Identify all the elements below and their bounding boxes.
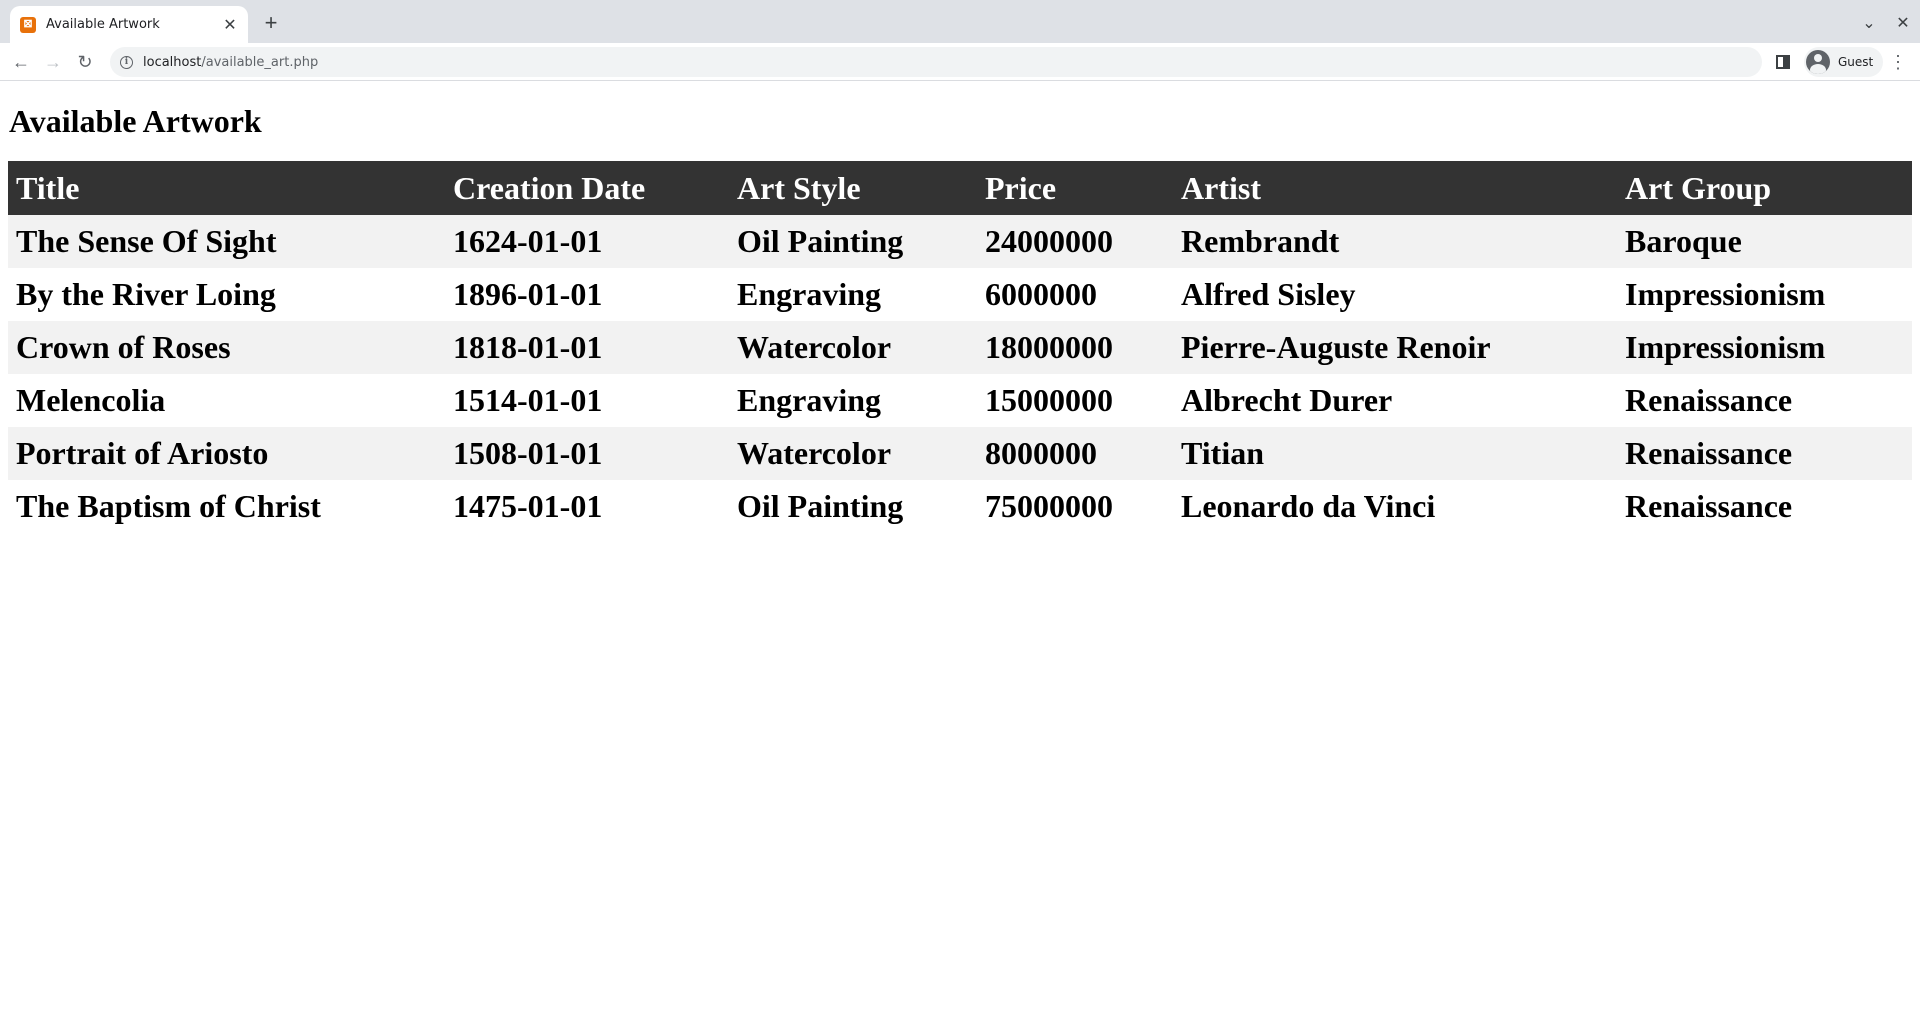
cell-art-style: Oil Painting	[737, 488, 904, 524]
address-bar[interactable]: i localhost/available_art.php	[110, 47, 1762, 77]
browser-toolbar: ← → ↻ i localhost/available_art.php Gues…	[0, 43, 1920, 81]
cell-creation-date: 1475-01-01	[453, 488, 603, 524]
table-row: The Sense Of Sight 1624-01-01 Oil Painti…	[8, 215, 1912, 268]
close-tab-icon[interactable]: ✕	[222, 15, 238, 35]
cell-art-group: Impressionism	[1625, 329, 1826, 365]
cell-price: 24000000	[985, 223, 1113, 259]
cell-creation-date: 1514-01-01	[453, 382, 603, 418]
cell-title: The Baptism of Christ	[16, 488, 321, 524]
cell-art-group: Impressionism	[1625, 276, 1826, 312]
cell-art-group: Renaissance	[1625, 435, 1793, 471]
window-close-icon[interactable]: ✕	[1886, 13, 1920, 33]
cell-art-style: Engraving	[737, 276, 882, 312]
cell-creation-date: 1818-01-01	[453, 329, 603, 365]
url-path: /available_art.php	[201, 54, 319, 70]
profile-button[interactable]: Guest	[1804, 47, 1884, 77]
cell-title: By the River Loing	[16, 276, 276, 312]
cell-title: Crown of Roses	[16, 329, 231, 365]
reload-icon[interactable]: ↻	[71, 48, 99, 76]
table-header-row: Title Creation Date Art Style Price Arti…	[8, 161, 1912, 215]
cell-price: 8000000	[985, 435, 1097, 471]
column-header-art-style: Art Style	[737, 169, 861, 206]
xampp-favicon-icon: ⊠	[20, 16, 36, 33]
cell-art-group: Renaissance	[1625, 382, 1793, 418]
cell-title: Portrait of Ariosto	[16, 435, 269, 471]
url-text: localhost/available_art.php	[143, 55, 318, 70]
side-panel-icon[interactable]	[1776, 55, 1790, 69]
column-header-title: Title	[16, 169, 80, 206]
artwork-table: Title Creation Date Art Style Price Arti…	[8, 161, 1912, 533]
cell-artist: Pierre-Auguste Renoir	[1181, 329, 1491, 365]
site-info-icon[interactable]: i	[120, 55, 133, 69]
profile-label: Guest	[1838, 55, 1874, 69]
page-title: Available Artwork	[9, 103, 262, 139]
tab-search-chevron-down-icon[interactable]: ⌄	[1852, 13, 1886, 33]
cell-creation-date: 1508-01-01	[453, 435, 603, 471]
cell-art-style: Engraving	[737, 382, 882, 418]
cell-title: Melencolia	[16, 382, 166, 418]
cell-price: 18000000	[985, 329, 1113, 365]
cell-price: 6000000	[985, 276, 1097, 312]
browser-tab-active[interactable]: ⊠ Available Artwork ✕	[10, 6, 248, 43]
column-header-art-group: Art Group	[1625, 169, 1772, 206]
cell-art-style: Watercolor	[737, 435, 892, 471]
cell-price: 75000000	[985, 488, 1113, 524]
cell-artist: Titian	[1181, 435, 1264, 471]
cell-artist: Albrecht Durer	[1181, 382, 1393, 418]
cell-creation-date: 1624-01-01	[453, 223, 603, 259]
back-arrow-icon[interactable]: ←	[7, 48, 35, 76]
cell-artist: Alfred Sisley	[1181, 276, 1356, 312]
cell-art-style: Oil Painting	[737, 223, 904, 259]
column-header-artist: Artist	[1181, 169, 1261, 206]
cell-artist: Leonardo da Vinci	[1181, 488, 1436, 524]
url-host: localhost	[143, 54, 202, 70]
cell-title: The Sense Of Sight	[16, 223, 277, 259]
table-row: Melencolia 1514-01-01 Engraving 15000000…	[8, 374, 1912, 427]
column-header-price: Price	[985, 169, 1057, 206]
page-content: Available Artwork Title Creation Date Ar…	[0, 82, 1920, 533]
forward-arrow-icon[interactable]: →	[39, 48, 67, 76]
cell-price: 15000000	[985, 382, 1113, 418]
kebab-menu-icon[interactable]: ⋮	[1886, 51, 1910, 75]
table-row: Portrait of Ariosto 1508-01-01 Watercolo…	[8, 427, 1912, 480]
table-row: By the River Loing 1896-01-01 Engraving …	[8, 268, 1912, 321]
tab-strip: ⊠ Available Artwork ✕ + ⌄ ✕	[0, 0, 1920, 43]
new-tab-plus-icon[interactable]: +	[258, 10, 284, 36]
tab-title: Available Artwork	[46, 17, 160, 32]
cell-artist: Rembrandt	[1181, 223, 1340, 259]
table-row: Crown of Roses 1818-01-01 Watercolor 180…	[8, 321, 1912, 374]
column-header-creation-date: Creation Date	[453, 169, 646, 206]
cell-art-group: Renaissance	[1625, 488, 1793, 524]
table-row: The Baptism of Christ 1475-01-01 Oil Pai…	[8, 480, 1912, 533]
avatar-icon	[1806, 50, 1830, 74]
cell-creation-date: 1896-01-01	[453, 276, 603, 312]
cell-art-style: Watercolor	[737, 329, 892, 365]
cell-art-group: Baroque	[1625, 223, 1742, 259]
